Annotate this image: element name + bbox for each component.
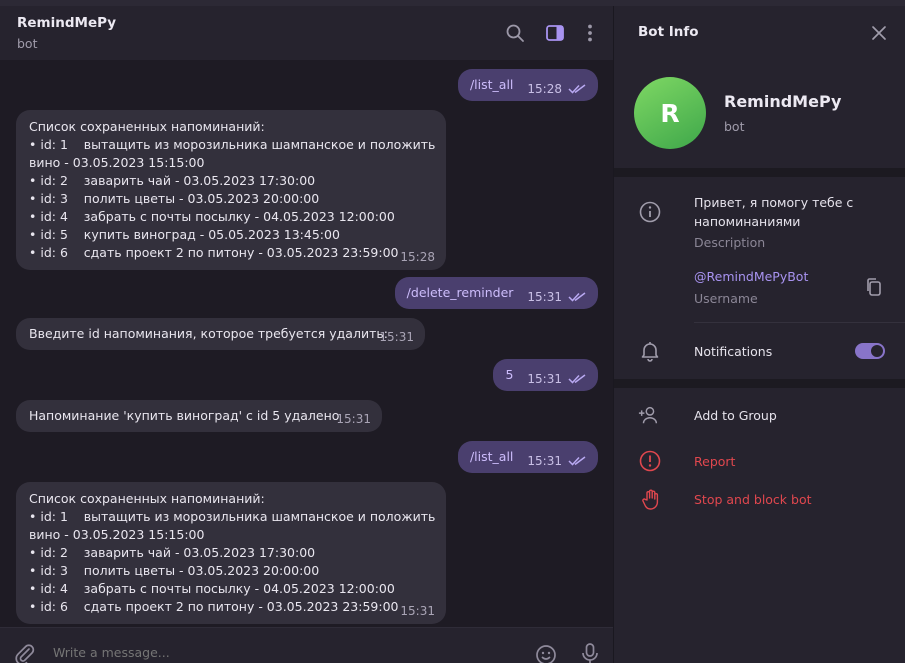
message-line: • id: 2 заварить чай - 03.05.2023 17:30:… bbox=[29, 545, 316, 560]
message-line: • id: 1 вытащить из морозильника шампанс… bbox=[29, 509, 436, 524]
search-icon[interactable] bbox=[505, 23, 525, 43]
message-time: 15:31 bbox=[379, 330, 414, 344]
emoji-icon[interactable] bbox=[535, 644, 557, 663]
paperclip-icon[interactable] bbox=[13, 642, 37, 663]
message-line: вино - 03.05.2023 15:15:00 bbox=[29, 527, 205, 542]
message-composer bbox=[0, 627, 613, 663]
incoming-message[interactable]: Напоминание 'купить виноград' с id 5 уда… bbox=[16, 400, 382, 432]
description-label: Description bbox=[694, 235, 766, 250]
toggle-knob bbox=[871, 345, 883, 357]
add-user-icon bbox=[638, 406, 658, 424]
chat-title: RemindMePy bbox=[17, 15, 117, 31]
divider bbox=[694, 322, 905, 323]
report-button[interactable]: Report bbox=[694, 452, 735, 471]
message-time: 15:28 bbox=[400, 250, 435, 264]
message-time: 15:31 bbox=[336, 412, 371, 426]
report-icon bbox=[639, 450, 661, 472]
message-line: • id: 4 забрать с почты посылку - 04.05.… bbox=[29, 581, 395, 596]
profile-name: RemindMePy bbox=[724, 92, 842, 111]
hand-stop-icon bbox=[642, 489, 659, 510]
incoming-message[interactable]: Список сохраненных напоминаний: • id: 1 … bbox=[16, 482, 446, 624]
message-text: /list_all bbox=[469, 449, 514, 464]
message-line: • id: 3 полить цветы - 03.05.2023 20:00:… bbox=[29, 563, 320, 578]
bot-info-panel: Bot Info R RemindMePy bot Привет, я помо… bbox=[613, 6, 905, 663]
message-line: Список сохраненных напоминаний: bbox=[29, 491, 265, 506]
message-line: • id: 6 сдать проект 2 по питону - 03.05… bbox=[29, 599, 399, 614]
message-line: Введите id напоминания, которое требуетс… bbox=[29, 326, 388, 341]
message-time: 15:31 bbox=[400, 604, 435, 618]
more-vertical-icon[interactable] bbox=[580, 23, 600, 43]
incoming-message[interactable]: Список сохраненных напоминаний: • id: 1 … bbox=[16, 110, 446, 270]
section-separator bbox=[614, 168, 905, 177]
description-line: напоминаниями bbox=[694, 214, 801, 229]
chat-subtitle: bot bbox=[17, 36, 38, 51]
message-line: • id: 3 полить цветы - 03.05.2023 20:00:… bbox=[29, 191, 320, 206]
close-icon[interactable] bbox=[871, 25, 887, 41]
message-line: • id: 6 сдать проект 2 по питону - 03.05… bbox=[29, 245, 399, 260]
username-label: Username bbox=[694, 291, 758, 306]
outgoing-message[interactable]: /delete_reminder 15:31 bbox=[394, 277, 598, 309]
message-text: /list_all bbox=[469, 77, 514, 92]
message-time: 15:31 bbox=[527, 372, 562, 386]
profile-subtitle: bot bbox=[724, 119, 745, 134]
message-time: 15:31 bbox=[527, 290, 562, 304]
message-line: Напоминание 'купить виноград' с id 5 уда… bbox=[29, 408, 340, 423]
description-line: Привет, я помогу тебе с bbox=[694, 195, 854, 210]
notifications-label: Notifications bbox=[694, 344, 773, 359]
outgoing-message[interactable]: 5 15:31 bbox=[493, 359, 598, 391]
outgoing-message[interactable]: /list_all 15:31 bbox=[457, 441, 598, 473]
bell-icon bbox=[641, 342, 659, 362]
info-icon bbox=[639, 201, 661, 223]
copy-icon[interactable] bbox=[865, 277, 883, 297]
message-time: 15:28 bbox=[527, 82, 562, 96]
double-check-icon bbox=[568, 374, 586, 384]
message-input[interactable] bbox=[53, 645, 473, 660]
section-separator bbox=[614, 379, 905, 388]
message-line: • id: 1 вытащить из морозильника шампанс… bbox=[29, 137, 436, 152]
incoming-message[interactable]: Введите id напоминания, которое требуетс… bbox=[16, 318, 425, 350]
description-text[interactable]: Привет, я помогу тебе с напоминаниями bbox=[694, 193, 853, 231]
message-text: /delete_reminder bbox=[406, 285, 514, 300]
double-check-icon bbox=[568, 456, 586, 466]
panel-title: Bot Info bbox=[638, 24, 699, 40]
sidebar-toggle-icon[interactable] bbox=[545, 23, 565, 43]
notifications-toggle[interactable] bbox=[855, 343, 885, 359]
message-line: вино - 03.05.2023 15:15:00 bbox=[29, 155, 205, 170]
message-line: • id: 4 забрать с почты посылку - 04.05.… bbox=[29, 209, 395, 224]
message-line: • id: 5 купить виноград - 05.05.2023 13:… bbox=[29, 227, 340, 242]
message-line: • id: 2 заварить чай - 03.05.2023 17:30:… bbox=[29, 173, 316, 188]
outgoing-message[interactable]: /list_all 15:28 bbox=[457, 69, 598, 101]
username-link[interactable]: @RemindMePyBot bbox=[694, 267, 808, 286]
message-text: 5 bbox=[505, 367, 514, 382]
message-time: 15:31 bbox=[527, 454, 562, 468]
avatar: R bbox=[634, 77, 706, 149]
double-check-icon bbox=[568, 84, 586, 94]
stop-and-block-button[interactable]: Stop and block bot bbox=[694, 490, 812, 509]
chat-header[interactable]: RemindMePy bot bbox=[0, 6, 613, 60]
double-check-icon bbox=[568, 292, 586, 302]
message-line: Список сохраненных напоминаний: bbox=[29, 119, 265, 134]
add-to-group-button[interactable]: Add to Group bbox=[694, 406, 777, 425]
chat-area: RemindMePy bot /list_all 15:28 Список со… bbox=[0, 6, 613, 663]
microphone-icon[interactable] bbox=[580, 642, 600, 663]
